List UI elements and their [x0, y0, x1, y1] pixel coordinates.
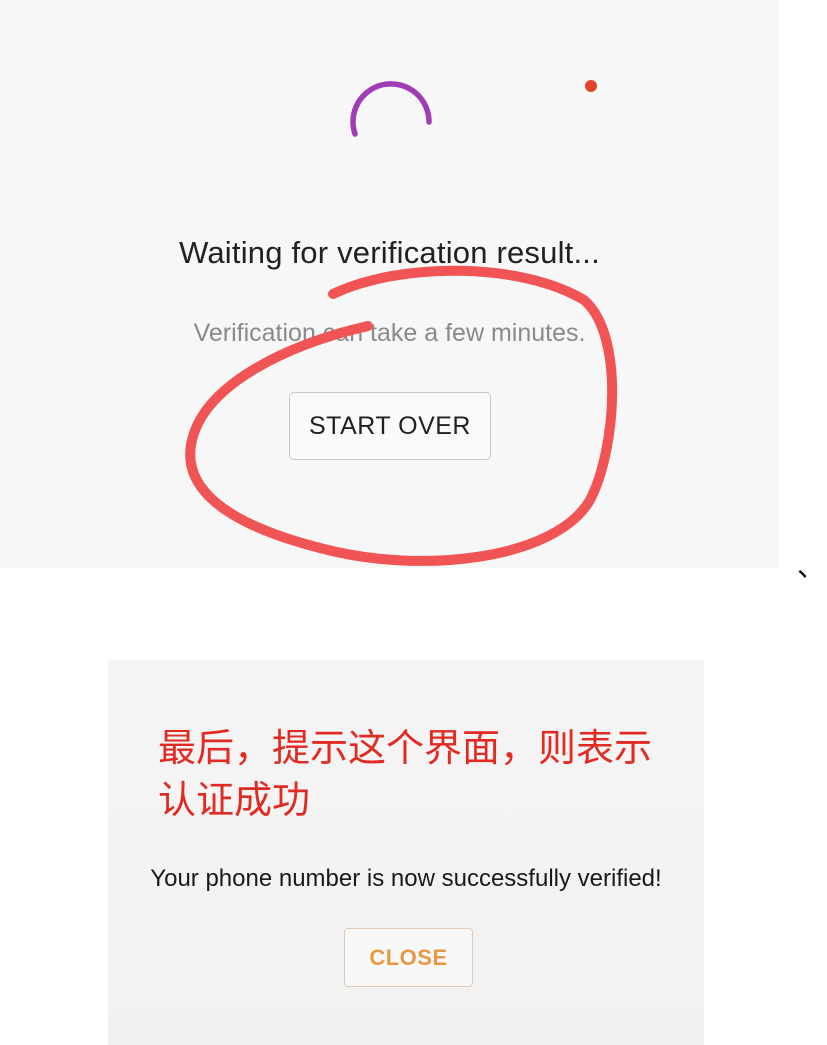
annotation-note: 最后，提示这个界面，则表示认证成功	[158, 726, 653, 822]
start-over-button[interactable]: START OVER	[289, 392, 491, 460]
verification-pending-screen: Waiting for verification result... Verif…	[0, 0, 779, 568]
verification-success-screen: 最后，提示这个界面，则表示认证成功 Your phone number is n…	[108, 660, 704, 1045]
success-message: Your phone number is now successfully ve…	[150, 865, 662, 892]
success-background	[108, 660, 704, 1045]
waiting-title: Waiting for verification result...	[179, 235, 600, 270]
status-dot	[585, 80, 597, 92]
loading-spinner-icon	[350, 81, 432, 137]
separator-mark: 、	[797, 551, 826, 582]
waiting-subtitle: Verification can take a few minutes.	[193, 319, 586, 347]
close-button[interactable]: CLOSE	[344, 928, 473, 987]
